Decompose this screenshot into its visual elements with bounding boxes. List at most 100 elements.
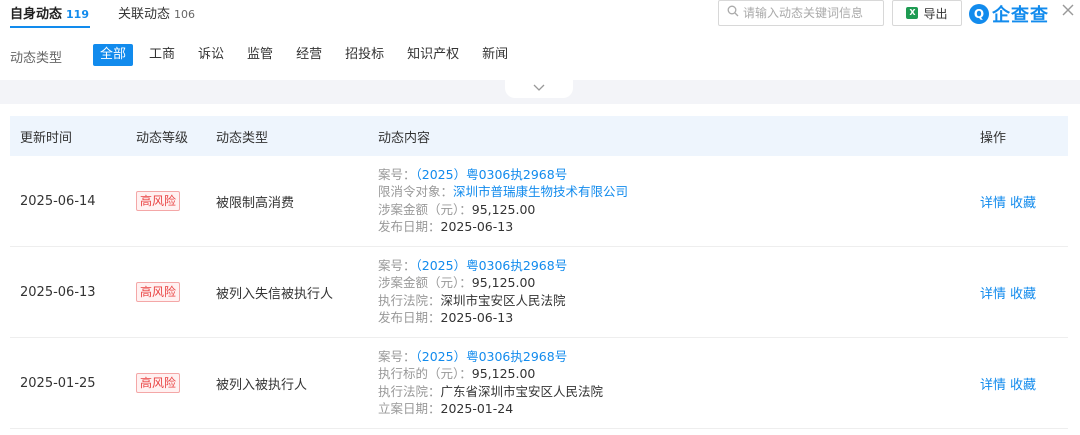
content-line: 发布日期：2025-06-13 bbox=[378, 219, 980, 236]
table-row: 2025-06-14 高风险 被限制高消费 案号：（2025）粤0306执2968号限… bbox=[10, 156, 1068, 247]
row-content: 案号：（2025）粤0306执2968号 执行标的（元）：95,125.00 执行法… bbox=[378, 349, 980, 418]
row-type: 被限制高消费 bbox=[216, 195, 295, 211]
row-content: 案号：（2025）粤0306执2968号 限消令对象：深圳市普瑞康生物技术有限公司… bbox=[378, 167, 980, 236]
filter-item[interactable]: 招投标 bbox=[338, 44, 391, 66]
content-line: 立案日期：2025-01-24 bbox=[378, 401, 980, 418]
expand-toggle[interactable] bbox=[505, 80, 573, 98]
chevron-down-icon bbox=[533, 84, 545, 91]
row-content: 案号：（2025）粤0306执2968号 涉案金额（元）：95,125.00 执行法… bbox=[378, 258, 980, 327]
table-body: 2025-06-14 高风险 被限制高消费 案号：（2025）粤0306执2968号限… bbox=[10, 156, 1068, 429]
content-link[interactable]: （2025）粤0306执2968号 bbox=[416, 349, 568, 364]
content-key: 执行法院： bbox=[378, 383, 441, 399]
content-key: 涉案金额（元）： bbox=[378, 201, 472, 217]
content-value: 广东省深圳市宝安区人民法院 bbox=[440, 383, 604, 399]
tab-self-label: 自身动态 bbox=[10, 7, 63, 22]
content-key: 案号： bbox=[378, 257, 416, 273]
detail-link[interactable]: 详情 bbox=[980, 287, 1006, 302]
table-row: 2025-01-25 高风险 被列入被执行人 案号：（2025）粤0306执2968号… bbox=[10, 338, 1068, 429]
content-line: 执行标的（元）：95,125.00 bbox=[378, 366, 980, 383]
row-level-cell: 高风险 bbox=[136, 282, 216, 302]
row-operations: 详情 收藏 bbox=[980, 374, 1068, 393]
content-key: 涉案金额（元）： bbox=[378, 275, 472, 290]
search-icon bbox=[727, 5, 739, 21]
content-lines: 案号：（2025）粤0306执2968号 执行标的（元）：95,125.00 执行法… bbox=[378, 349, 980, 418]
filter-item[interactable]: 诉讼 bbox=[191, 44, 231, 66]
tab-related-label: 关联动态 bbox=[118, 7, 171, 22]
filter-item[interactable]: 工商 bbox=[142, 44, 182, 66]
logo-text: 企查查 bbox=[992, 5, 1049, 26]
content-lines: 案号：（2025）粤0306执2968号 涉案金额（元）：95,125.00 执行法… bbox=[378, 258, 980, 327]
content-line: 限消令对象：深圳市普瑞康生物技术有限公司 bbox=[378, 184, 980, 201]
close-icon[interactable] bbox=[1058, 2, 1078, 24]
content-link[interactable]: （2025）粤0306执2968号 bbox=[416, 167, 568, 182]
filter-bar: 动态类型 全部 工商 诉讼 监管 经营 招投标 知识产权 新闻 bbox=[0, 40, 1080, 70]
content-line: 执行法院：深圳市宝安区人民法院 bbox=[378, 293, 980, 310]
favorite-link[interactable]: 收藏 bbox=[1010, 287, 1036, 302]
content-line: 涉案金额（元）：95,125.00 bbox=[378, 275, 980, 292]
excel-icon: X bbox=[906, 7, 919, 19]
content-value: 95,125.00 bbox=[471, 201, 536, 217]
content-line: 案号：（2025）粤0306执2968号 bbox=[378, 349, 980, 366]
content-key: 发布日期： bbox=[378, 219, 441, 234]
table-row: 2025-06-13 高风险 被列入失信被执行人 案号：（2025）粤0306执296… bbox=[10, 247, 1068, 338]
risk-badge: 高风险 bbox=[136, 373, 181, 393]
tab-self-dynamics[interactable]: 自身动态 119 bbox=[10, 3, 89, 22]
content-key: 立案日期： bbox=[378, 401, 441, 416]
header-content: 动态内容 bbox=[378, 130, 431, 146]
search-box[interactable] bbox=[718, 0, 884, 26]
content-key: 执行法院： bbox=[378, 292, 441, 308]
row-operations: 详情 收藏 bbox=[980, 283, 1068, 302]
content-link[interactable]: （2025）粤0306执2968号 bbox=[416, 258, 568, 273]
content-value: 深圳市宝安区人民法院 bbox=[440, 292, 566, 308]
content-key: 限消令对象： bbox=[378, 184, 454, 199]
top-bar: 自身动态119 关联动态106 X 导出 Q 企查查 bbox=[0, 0, 1080, 32]
detail-link[interactable]: 详情 bbox=[980, 378, 1006, 393]
header-level: 动态等级 bbox=[136, 130, 189, 146]
content-line: 涉案金额（元）：95,125.00 bbox=[378, 202, 980, 219]
logo-icon: Q bbox=[969, 4, 989, 24]
content-line: 执行法院：广东省深圳市宝安区人民法院 bbox=[378, 384, 980, 401]
export-button[interactable]: X 导出 bbox=[892, 0, 962, 26]
content-lines: 案号：（2025）粤0306执2968号 限消令对象：深圳市普瑞康生物技术有限公司… bbox=[378, 167, 980, 236]
content-link[interactable]: 深圳市普瑞康生物技术有限公司 bbox=[453, 184, 628, 199]
content-value: 95,125.00 bbox=[471, 275, 536, 290]
content-key: 案号： bbox=[378, 166, 416, 182]
content-line: 发布日期：2025-06-13 bbox=[378, 310, 980, 327]
active-tab-underline bbox=[10, 26, 90, 28]
favorite-link[interactable]: 收藏 bbox=[1010, 196, 1036, 211]
header-type: 动态类型 bbox=[216, 130, 269, 146]
row-type: 被列入被执行人 bbox=[216, 377, 308, 393]
export-label: 导出 bbox=[923, 6, 948, 21]
row-level-cell: 高风险 bbox=[136, 373, 216, 393]
filter-item[interactable]: 新闻 bbox=[475, 44, 515, 66]
header-operation: 操作 bbox=[980, 130, 1007, 146]
content-key: 执行标的（元）： bbox=[378, 366, 472, 381]
filter-item[interactable]: 知识产权 bbox=[400, 44, 466, 66]
risk-badge: 高风险 bbox=[136, 282, 181, 302]
risk-badge: 高风险 bbox=[136, 191, 181, 211]
filter-item[interactable]: 监管 bbox=[240, 44, 280, 66]
dynamics-table: 更新时间 动态等级 动态类型 动态内容 操作 2025-06-14 高风险 被限制高… bbox=[10, 116, 1068, 429]
header-update-time: 更新时间 bbox=[20, 130, 73, 146]
row-date: 2025-01-25 bbox=[20, 375, 96, 391]
content-line: 案号：（2025）粤0306执2968号 bbox=[378, 258, 980, 275]
filter-label: 动态类型 bbox=[10, 51, 63, 66]
detail-link[interactable]: 详情 bbox=[980, 196, 1006, 211]
content-value: 95,125.00 bbox=[471, 366, 536, 381]
content-line: 案号：（2025）粤0306执2968号 bbox=[378, 167, 980, 184]
search-input[interactable] bbox=[743, 6, 873, 20]
filter-item[interactable]: 经营 bbox=[289, 44, 329, 66]
table-header: 更新时间 动态等级 动态类型 动态内容 操作 bbox=[10, 116, 1068, 156]
content-key: 发布日期： bbox=[378, 310, 441, 325]
content-value: 2025-06-13 bbox=[440, 219, 514, 234]
row-type: 被列入失信被执行人 bbox=[216, 286, 334, 302]
filter-item[interactable]: 全部 bbox=[93, 44, 134, 66]
tab-related-dynamics[interactable]: 关联动态 106 bbox=[118, 3, 195, 22]
content-key: 案号： bbox=[378, 348, 416, 364]
row-level-cell: 高风险 bbox=[136, 191, 216, 211]
filter-items: 全部 工商 诉讼 监管 经营 招投标 知识产权 新闻 bbox=[93, 44, 524, 66]
content-value: 2025-01-24 bbox=[440, 401, 514, 416]
row-date: 2025-06-14 bbox=[20, 193, 96, 209]
content-value: 2025-06-13 bbox=[440, 310, 514, 325]
favorite-link[interactable]: 收藏 bbox=[1010, 378, 1036, 393]
